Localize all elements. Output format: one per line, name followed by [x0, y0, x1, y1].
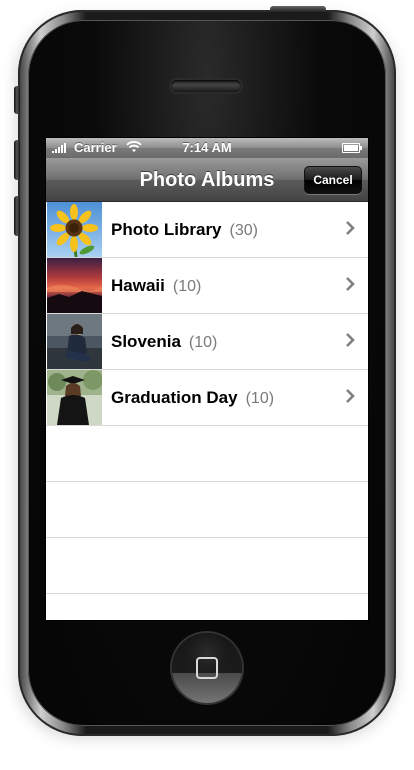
earpiece-speaker: [171, 80, 241, 92]
album-list: Photo Library (30) Hawaii (10) Slovenia …: [46, 202, 368, 594]
empty-list-row: [46, 538, 368, 594]
navigation-bar: Photo Albums Cancel: [46, 158, 368, 202]
album-count: (30): [229, 222, 258, 239]
album-label: Slovenia (10): [111, 332, 217, 352]
album-label: Graduation Day (10): [111, 388, 274, 408]
album-row-graduation-day[interactable]: Graduation Day (10): [46, 370, 368, 426]
cancel-button[interactable]: Cancel: [304, 166, 362, 194]
sunset-thumbnail: [47, 258, 102, 313]
album-count: (10): [172, 278, 202, 295]
status-bar: Carrier 7:14 AM: [46, 138, 368, 158]
album-label: Hawaii (10): [111, 276, 201, 296]
chevron-right-icon: [346, 277, 355, 291]
album-row-photo-library[interactable]: Photo Library (30): [46, 202, 368, 258]
status-clock: 7:14 AM: [182, 140, 232, 155]
album-row-slovenia[interactable]: Slovenia (10): [46, 314, 368, 370]
album-name: Photo Library: [111, 220, 222, 239]
home-square-icon: [196, 657, 218, 679]
chevron-right-icon: [346, 221, 355, 235]
battery-icon: [342, 143, 362, 153]
chevron-right-icon: [346, 389, 355, 403]
graduate-thumbnail: [47, 370, 102, 425]
album-name: Graduation Day: [111, 388, 238, 407]
album-count: (10): [245, 390, 275, 407]
device-stage: Carrier 7:14 AM Photo Albums Cancel Phot…: [0, 0, 414, 770]
album-name: Slovenia: [111, 332, 181, 351]
chevron-right-icon: [346, 333, 355, 347]
album-count: (10): [188, 334, 218, 351]
album-row-hawaii[interactable]: Hawaii (10): [46, 258, 368, 314]
screen: Carrier 7:14 AM Photo Albums Cancel Phot…: [45, 137, 369, 621]
home-button[interactable]: [172, 633, 242, 703]
empty-list-row: [46, 482, 368, 538]
album-label: Photo Library (30): [111, 220, 258, 240]
volume-up-button[interactable]: [14, 140, 20, 180]
sunflower-thumbnail: [47, 202, 102, 257]
sleep-button[interactable]: [270, 6, 326, 12]
portrait-thumbnail: [47, 314, 102, 369]
volume-down-button[interactable]: [14, 196, 20, 236]
battery-level: [344, 145, 358, 151]
album-name: Hawaii: [111, 276, 165, 295]
empty-list-row: [46, 426, 368, 482]
silent-switch[interactable]: [14, 86, 20, 114]
